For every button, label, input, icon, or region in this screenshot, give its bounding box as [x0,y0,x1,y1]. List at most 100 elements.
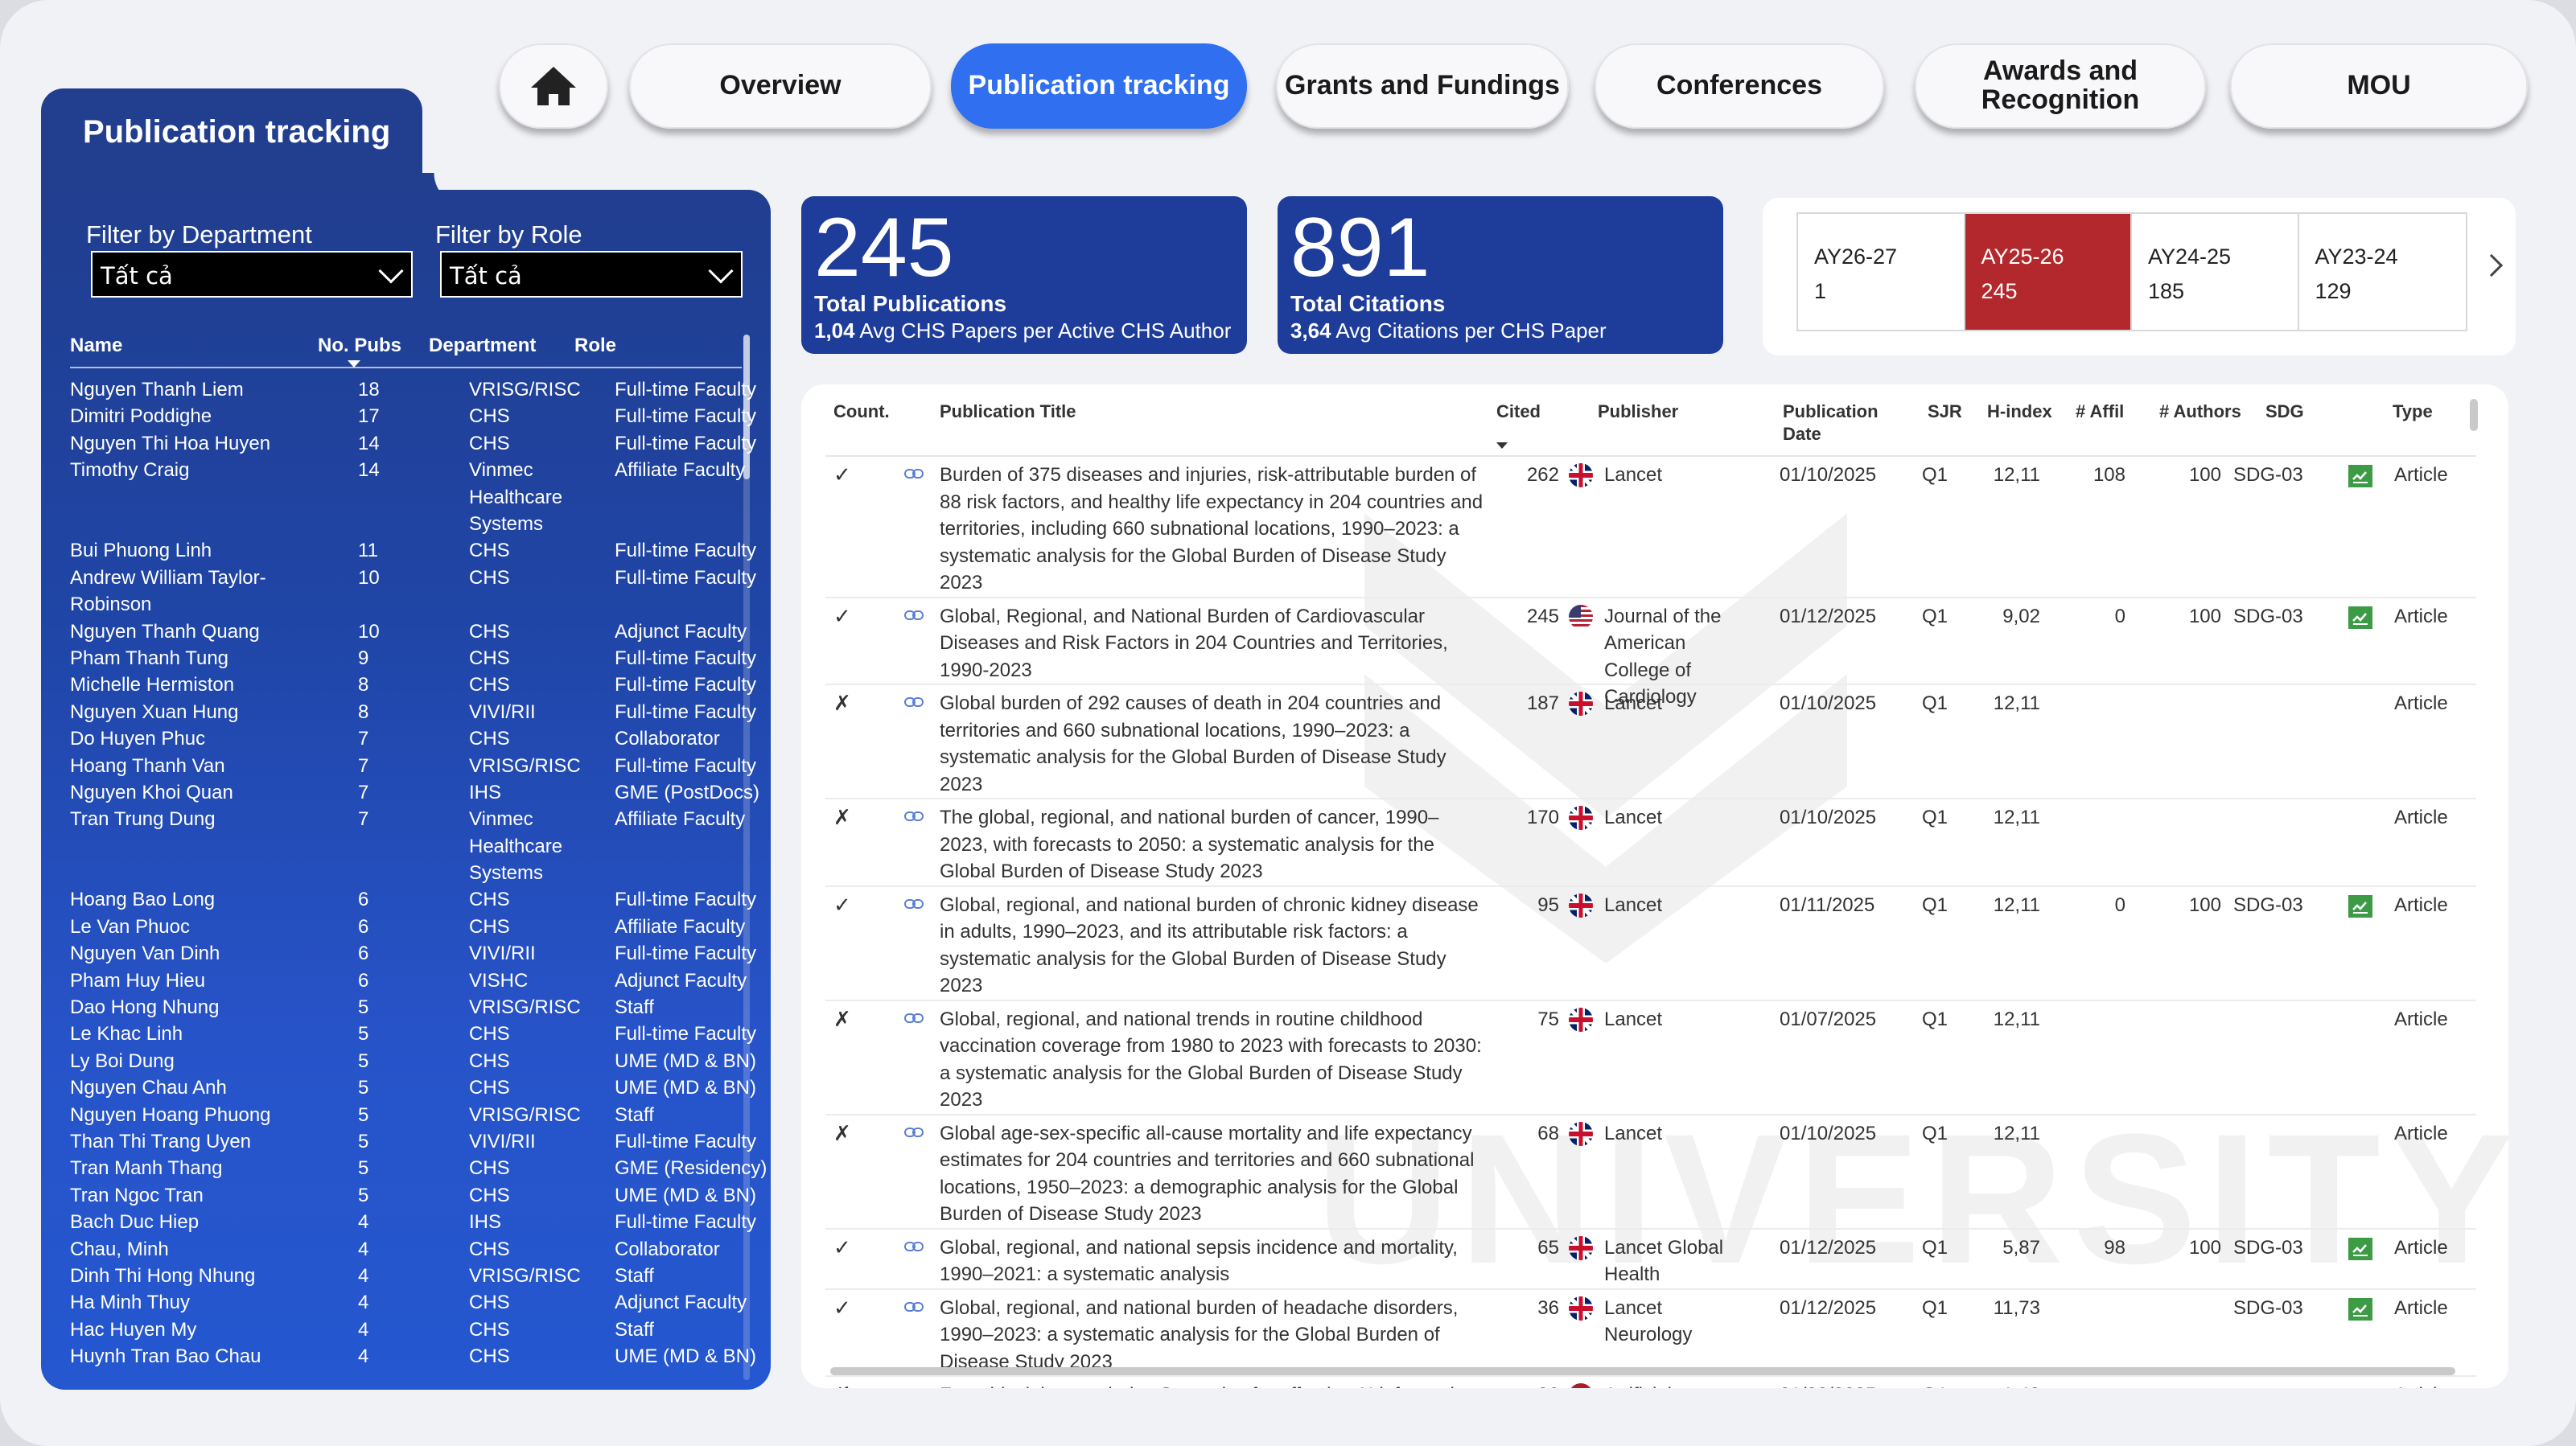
faculty-row[interactable]: Hac Huyen My 4 CHS Staff [70,1317,739,1343]
link-icon[interactable] [904,610,924,621]
filter-role-select[interactable]: Tất cả [440,251,743,298]
table-row[interactable]: ✓ Global, regional, and national sepsis i… [825,1230,2476,1290]
faculty-row[interactable]: Tran Ngoc Tran 5 CHS UME (MD & BN) [70,1182,756,1209]
faculty-row[interactable]: Pham Huy Hieu 6 VISHC Adjunct Faculty [70,967,747,994]
faculty-row[interactable]: Dao Hong Nhung 5 VRISG/RISC Staff [70,994,739,1021]
ay-card-26-27[interactable]: AY26-27 1 [1798,214,1965,330]
link-icon[interactable] [904,696,924,708]
link-icon[interactable] [904,468,924,479]
faculty-row[interactable]: Nguyen Hoang Phuong 5 VRISG/RISC Staff [70,1102,739,1128]
col-header-sjr[interactable]: SJR [1928,401,1962,423]
faculty-row[interactable]: Le Van Phuoc 6 CHS Affiliate Faculty [70,914,745,940]
faculty-department: VIVI/RII [469,1130,536,1152]
faculty-row[interactable]: Nguyen Thanh Liem 18 VRISG/RISC Full-time F… [70,376,756,403]
faculty-row[interactable]: Michelle Hermiston 8 CHS Full-time Faculty [70,672,756,698]
col-header-title[interactable]: Publication Title [940,401,1076,423]
faculty-row[interactable]: Nguyen Chau Anh 5 CHS UME (MD & BN) [70,1074,756,1101]
filter-department-select[interactable]: Tất cả [91,251,413,298]
faculty-row[interactable]: Huynh Tran Bao Chau 4 CHS UME (MD & BN) [70,1343,756,1370]
country-flag-icon [1569,604,1593,629]
faculty-row[interactable]: Nguyen Thanh Quang 10 CHS Adjunct Faculty [70,618,747,645]
col-header-department[interactable]: Department [429,335,536,357]
col-header-no-pubs[interactable]: No. Pubs [318,335,401,357]
nav-publication-tracking[interactable]: Publication tracking [951,43,1247,129]
faculty-row[interactable]: Chau, Minh 4 CHS Collaborator [70,1236,739,1263]
table-row[interactable]: ✓ Global, regional, and national burden o… [825,1290,2476,1377]
faculty-row[interactable]: Ha Minh Thuy 4 CHS Adjunct Faculty [70,1289,747,1316]
faculty-department: VRISG/RISC [469,1103,581,1126]
link-icon[interactable] [904,898,924,910]
nav-conferences[interactable]: Conferences [1595,43,1884,129]
faculty-row[interactable]: Bach Duc Hiep 4 IHS Full-time Faculty [70,1209,756,1235]
col-header-role[interactable]: Role [574,335,616,357]
link-icon[interactable] [904,1013,924,1024]
faculty-row[interactable]: Hoang Thanh Van 7 VRISG/RISC Full-time Facu… [70,753,756,779]
faculty-row[interactable]: Dimitri Poddighe 17 CHS Full-time Faculty [70,403,756,429]
kpi-publications-label: Total Publications [814,291,1007,316]
table-row[interactable]: ✓ Burden of 375 diseases and injuries, ri… [825,457,2476,598]
faculty-row[interactable]: Tran Trung Dung 7 Vinmec Healthcare System… [70,806,745,886]
table-row[interactable]: ✗ From black box to clarity: Strategies f… [825,1377,2476,1388]
col-header-authors[interactable]: # Authors [2159,401,2241,423]
faculty-table-scrollbar[interactable] [743,335,750,1380]
table-row[interactable]: ✗ Global burden of 292 causes of death in… [825,685,2476,799]
faculty-row[interactable]: Tran Manh Thang 5 CHS GME (Residency) [70,1155,767,1181]
faculty-name: Nguyen Thanh Quang [70,620,260,643]
publication-type: Article [2394,1296,2448,1319]
link-icon[interactable] [904,1241,924,1252]
col-header-count[interactable]: Count. [833,401,890,423]
table-row[interactable]: ✗ The global, regional, and national burd… [825,799,2476,887]
nav-grants-and-fundings[interactable]: Grants and Fundings [1276,43,1569,129]
col-header-cited[interactable]: Cited [1496,401,1541,423]
faculty-row[interactable]: Andrew William Taylor-Robinson 10 CHS Full-… [70,565,756,618]
h-index: 12,11 [1993,807,2040,828]
faculty-pubs: 5 [358,996,369,1019]
table-horizontal-scrollbar[interactable] [830,1367,2455,1375]
faculty-row[interactable]: Le Khac Linh 5 CHS Full-time Faculty [70,1021,756,1047]
table-row[interactable]: ✓ Global, regional, and national burden o… [825,887,2476,1001]
faculty-row[interactable]: Do Huyen Phuc 7 CHS Collaborator [70,725,739,752]
faculty-row[interactable]: Nguyen Van Dinh 6 VIVI/RII Full-time Facult… [70,940,756,967]
link-icon[interactable] [904,1301,924,1312]
faculty-row[interactable]: Bui Phuong Linh 11 CHS Full-time Faculty [70,537,756,564]
table-vertical-scrollbar[interactable] [2470,399,2478,431]
faculty-row[interactable]: Hoang Bao Long 6 CHS Full-time Faculty [70,886,756,913]
col-header-affil[interactable]: # Affil [2076,401,2124,423]
col-header-hindex[interactable]: H-index [1987,401,2052,423]
faculty-department: CHS [469,1157,510,1180]
nav-overview[interactable]: Overview [629,43,932,129]
faculty-row[interactable]: Timothy Craig 14 Vinmec Healthcare Systems… [70,457,745,537]
faculty-row[interactable]: Nguyen Thi Hoa Huyen 14 CHS Full-time Facul… [70,430,756,457]
faculty-name: Chau, Minh [70,1238,169,1260]
faculty-name: Dinh Thi Hong Nhung [70,1264,256,1287]
table-row[interactable]: ✗ Global age-sex-specific all-cause morta… [825,1115,2476,1230]
faculty-name: Bui Phuong Linh [70,540,212,562]
publisher-name: Lancet [1604,1008,1663,1030]
table-row[interactable]: ✗ Global, regional, and national trends i… [825,1001,2476,1115]
faculty-row[interactable]: Than Thi Trang Uyen 5 VIVI/RII Full-time Fa… [70,1128,756,1155]
nav-mou[interactable]: MOU [2230,43,2528,129]
faculty-row[interactable]: Dinh Thi Hong Nhung 4 VRISG/RISC Staff [70,1263,739,1289]
chevron-right-icon[interactable] [2479,253,2504,277]
col-header-type[interactable]: Type [2393,401,2433,423]
table-row[interactable]: ✓ Global, Regional, and National Burden o… [825,598,2476,708]
publisher-name: Lancet [1604,464,1663,486]
faculty-row[interactable]: Nguyen Xuan Hung 8 VIVI/RII Full-time Facul… [70,699,756,725]
ay-card-23-24[interactable]: AY23-24 129 [2299,214,2466,330]
col-header-sdg[interactable]: SDG [2265,401,2304,423]
ay-card-25-26[interactable]: AY25-26 245 [1965,214,2132,330]
link-icon[interactable] [904,811,924,822]
link-icon[interactable] [904,1127,924,1138]
col-header-date[interactable]: Publication Date [1783,401,1895,446]
count-mark: ✓ [833,462,851,487]
faculty-row[interactable]: Nguyen Khoi Quan 7 IHS GME (PostDocs) [70,779,759,806]
col-header-publisher[interactable]: Publisher [1598,401,1678,423]
faculty-row[interactable]: Ly Boi Dung 5 CHS UME (MD & BN) [70,1048,756,1074]
nav-awards-and-recognition[interactable]: Awards and Recognition [1915,43,2206,129]
col-header-name[interactable]: Name [70,335,122,357]
faculty-row[interactable]: Pham Thanh Tung 9 CHS Full-time Faculty [70,645,756,672]
ay-card-24-25[interactable]: AY24-25 185 [2132,214,2299,330]
scrollbar-thumb[interactable] [743,335,750,479]
home-button[interactable] [499,43,608,129]
country-flag-icon [1569,806,1593,830]
